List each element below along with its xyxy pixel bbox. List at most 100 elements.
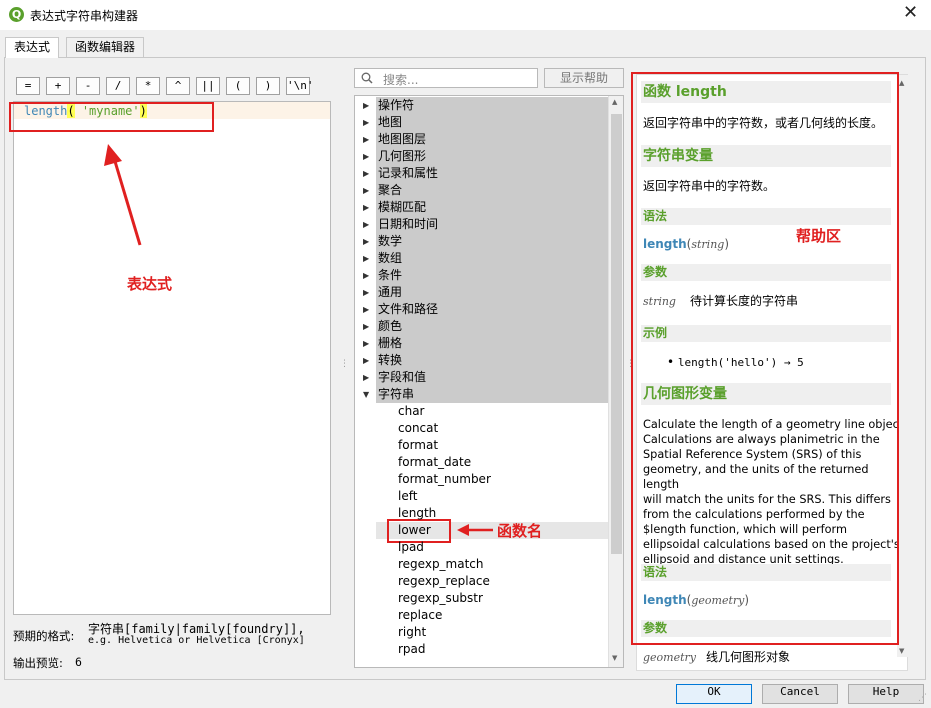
- annotation-function-label: 函数名: [497, 522, 543, 540]
- expand-right-icon[interactable]: ▶: [363, 131, 369, 148]
- tree-group[interactable]: 操作符: [378, 97, 414, 114]
- search-icon: [361, 72, 373, 84]
- operator-open-paren-button[interactable]: (: [226, 77, 250, 95]
- tree-group[interactable]: 模糊匹配: [378, 199, 426, 216]
- tree-function-item[interactable]: right: [398, 624, 426, 641]
- search-input[interactable]: 搜索...: [354, 68, 538, 88]
- splitter-handle[interactable]: ⋮: [340, 360, 349, 369]
- resize-grip-icon[interactable]: ⋰: [918, 693, 927, 703]
- expand-right-icon[interactable]: ▶: [363, 335, 369, 352]
- tree-function-item[interactable]: regexp_substr: [398, 590, 483, 607]
- tree-group-background: [376, 267, 609, 284]
- tree-group[interactable]: 日期和时间: [378, 216, 438, 233]
- function-tree[interactable]: ▶ 操作符 ▶ 地图 ▶ 地图图层 ▶ 几何图形 ▶ 记录和属性 ▶ 聚合 ▶ 模糊匹配 ▶ 日期和时间 ▶ 数学…: [354, 95, 624, 668]
- operator-newline-button[interactable]: '\n': [286, 77, 314, 95]
- expand-down-icon[interactable]: ▼: [363, 386, 369, 403]
- tree-function-item[interactable]: format_date: [398, 454, 471, 471]
- expand-right-icon[interactable]: ▶: [363, 114, 369, 131]
- scroll-thumb[interactable]: [611, 114, 622, 554]
- tree-group[interactable]: 地图: [378, 114, 402, 131]
- tree-group[interactable]: 字段和值: [378, 369, 426, 386]
- tree-group[interactable]: 字符串: [378, 386, 414, 403]
- expected-format-line2: e.g. Helvetica or Helvetica [Cronyx]: [88, 635, 305, 646]
- qgis-logo-icon: Q: [9, 7, 24, 22]
- annotation-help-label: 帮助区: [796, 227, 842, 245]
- tree-group-background: [376, 352, 609, 369]
- tree-function-item[interactable]: char: [398, 403, 425, 420]
- tree-group-background: [376, 233, 609, 250]
- tree-group[interactable]: 数组: [378, 250, 402, 267]
- tree-group-background: [376, 114, 609, 131]
- tree-group[interactable]: 通用: [378, 284, 402, 301]
- tree-function-item[interactable]: regexp_replace: [398, 573, 490, 590]
- tree-group[interactable]: 条件: [378, 267, 402, 284]
- annotation-expression-label: 表达式: [127, 275, 173, 293]
- tree-function-item[interactable]: lower: [398, 522, 431, 539]
- tree-scrollbar[interactable]: ▲ ▼: [608, 96, 623, 667]
- tree-group[interactable]: 转换: [378, 352, 402, 369]
- tab-expression[interactable]: 表达式: [5, 37, 60, 58]
- expand-right-icon[interactable]: ▶: [363, 165, 369, 182]
- tree-function-item[interactable]: concat: [398, 420, 438, 437]
- output-preview-label: 输出预览:: [13, 656, 63, 670]
- scroll-down-icon[interactable]: ▼: [899, 647, 904, 655]
- scroll-down-icon[interactable]: ▼: [612, 654, 617, 662]
- expand-right-icon[interactable]: ▶: [363, 318, 369, 335]
- expand-right-icon[interactable]: ▶: [363, 250, 369, 267]
- tree-group[interactable]: 颜色: [378, 318, 402, 335]
- tree-function-item[interactable]: replace: [398, 607, 442, 624]
- tree-group-background: [376, 335, 609, 352]
- tree-function-item[interactable]: regexp_match: [398, 556, 484, 573]
- tree-function-item[interactable]: left: [398, 488, 417, 505]
- annotation-arrow-function: [457, 524, 493, 536]
- title-bar: [0, 0, 931, 30]
- tab-function-editor[interactable]: 函数编辑器: [66, 37, 145, 57]
- expand-right-icon[interactable]: ▶: [363, 301, 369, 318]
- tree-group[interactable]: 记录和属性: [378, 165, 438, 182]
- help-area-highlight-box: [631, 72, 899, 645]
- tree-function-item[interactable]: lpad: [398, 539, 424, 556]
- operator-equals-button[interactable]: =: [16, 77, 40, 95]
- operator-power-button[interactable]: ^: [166, 77, 190, 95]
- operator-minus-button[interactable]: -: [76, 77, 100, 95]
- expand-right-icon[interactable]: ▶: [363, 352, 369, 369]
- show-help-button[interactable]: 显示帮助: [544, 68, 624, 88]
- expand-right-icon[interactable]: ▶: [363, 216, 369, 233]
- window-title: 表达式字符串构建器: [30, 9, 139, 23]
- output-preview-value: 6: [75, 655, 82, 669]
- tree-group-background: [376, 284, 609, 301]
- expand-right-icon[interactable]: ▶: [363, 284, 369, 301]
- tree-function-item[interactable]: rpad: [398, 641, 426, 658]
- expression-editor[interactable]: [13, 101, 331, 615]
- operator-close-paren-button[interactable]: ): [256, 77, 280, 95]
- expand-right-icon[interactable]: ▶: [363, 182, 369, 199]
- help-button[interactable]: Help: [848, 684, 924, 704]
- operator-plus-button[interactable]: +: [46, 77, 70, 95]
- tree-group[interactable]: 文件和路径: [378, 301, 438, 318]
- expected-format-label: 预期的格式:: [13, 629, 75, 643]
- expand-right-icon[interactable]: ▶: [363, 97, 369, 114]
- tree-function-item[interactable]: format: [398, 437, 438, 454]
- operator-concat-button[interactable]: ||: [196, 77, 220, 95]
- tree-function-item[interactable]: length: [398, 505, 436, 522]
- ok-button[interactable]: OK: [676, 684, 752, 704]
- operator-multiply-button[interactable]: *: [136, 77, 160, 95]
- tree-group[interactable]: 地图图层: [378, 131, 426, 148]
- expand-right-icon[interactable]: ▶: [363, 267, 369, 284]
- expand-right-icon[interactable]: ▶: [363, 148, 369, 165]
- scroll-up-icon[interactable]: ▲: [612, 98, 617, 106]
- close-icon[interactable]: ✕: [903, 2, 918, 23]
- scroll-up-icon[interactable]: ▲: [899, 79, 904, 87]
- tree-function-item[interactable]: format_number: [398, 471, 491, 488]
- tree-group[interactable]: 几何图形: [378, 148, 426, 165]
- tree-group[interactable]: 聚合: [378, 182, 402, 199]
- tree-group[interactable]: 数学: [378, 233, 402, 250]
- operator-divide-button[interactable]: /: [106, 77, 130, 95]
- expand-right-icon[interactable]: ▶: [363, 369, 369, 386]
- expression-highlight-box: [9, 102, 214, 132]
- expand-right-icon[interactable]: ▶: [363, 233, 369, 250]
- cancel-button[interactable]: Cancel: [762, 684, 838, 704]
- tree-group[interactable]: 栅格: [378, 335, 402, 352]
- tree-group-background: [376, 182, 609, 199]
- expand-right-icon[interactable]: ▶: [363, 199, 369, 216]
